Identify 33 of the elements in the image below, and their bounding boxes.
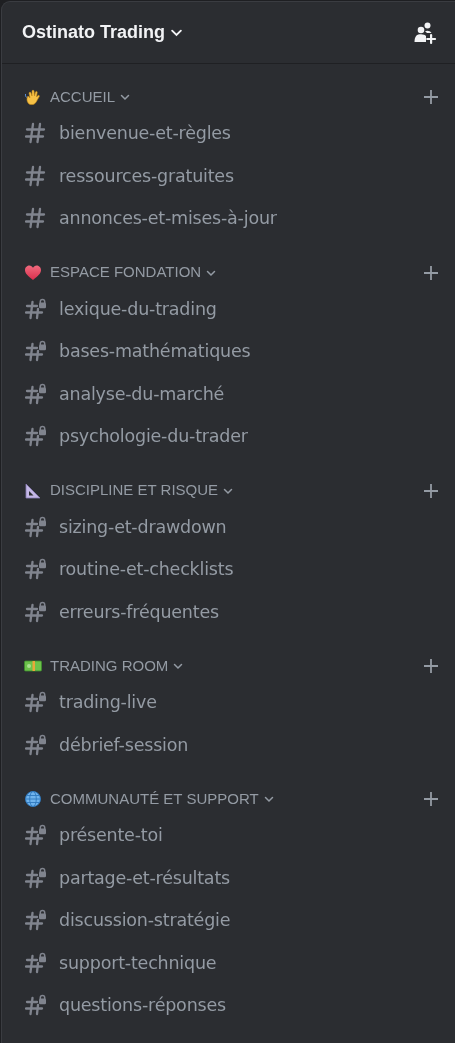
globe-icon: [24, 790, 42, 808]
channel-item[interactable]: psychologie-du-trader: [2, 415, 455, 458]
category-header[interactable]: ACCUEIL: [24, 85, 132, 109]
add-channel-icon[interactable]: [423, 482, 439, 499]
channel-item[interactable]: routine-et-checklists: [2, 548, 455, 591]
category-header[interactable]: DISCIPLINE ET RISQUE: [24, 479, 235, 502]
category-header[interactable]: COMMUNAUTÉ ET SUPPORT: [24, 787, 275, 811]
add-channel-icon[interactable]: [423, 658, 439, 674]
channel-item[interactable]: annonces-et-mises-à-jour: [2, 197, 455, 240]
category-header[interactable]: TRADING ROOM: [24, 654, 185, 678]
channel-item[interactable]: discussion-stratégie: [2, 899, 455, 942]
channel-item[interactable]: partage-et-résultats: [2, 856, 455, 899]
channel-item[interactable]: analyse-du-marché: [2, 372, 455, 415]
channel-item[interactable]: trading-live: [2, 681, 455, 724]
channel-item[interactable]: débrief-session: [2, 723, 455, 766]
category-header[interactable]: ESPACE FONDATION: [24, 261, 218, 284]
channel-item[interactable]: erreurs-fréquentes: [2, 590, 455, 633]
channel-item[interactable]: ressources-gratuites: [2, 154, 455, 197]
channel-item[interactable]: bases-mathématiques: [2, 330, 455, 373]
heart-icon: [24, 263, 42, 282]
channel-item[interactable]: sizing-et-drawdown: [2, 505, 455, 548]
channel-item[interactable]: bienvenue-et-règles: [2, 112, 455, 155]
add-channel-icon[interactable]: [423, 89, 439, 105]
banknote-icon: [24, 657, 42, 675]
channel-item[interactable]: support-technique: [2, 941, 455, 984]
channel-item[interactable]: questions-réponses: [2, 984, 455, 1027]
server-menu-button[interactable]: Ostinato Trading: [22, 19, 184, 46]
invite-people-icon[interactable]: [413, 20, 437, 45]
channel-item[interactable]: lexique-du-trading: [2, 287, 455, 330]
channel-item[interactable]: présente-toi: [2, 814, 455, 857]
add-channel-icon[interactable]: [423, 791, 439, 807]
add-channel-icon[interactable]: [423, 264, 439, 281]
hand-icon: [24, 88, 42, 106]
